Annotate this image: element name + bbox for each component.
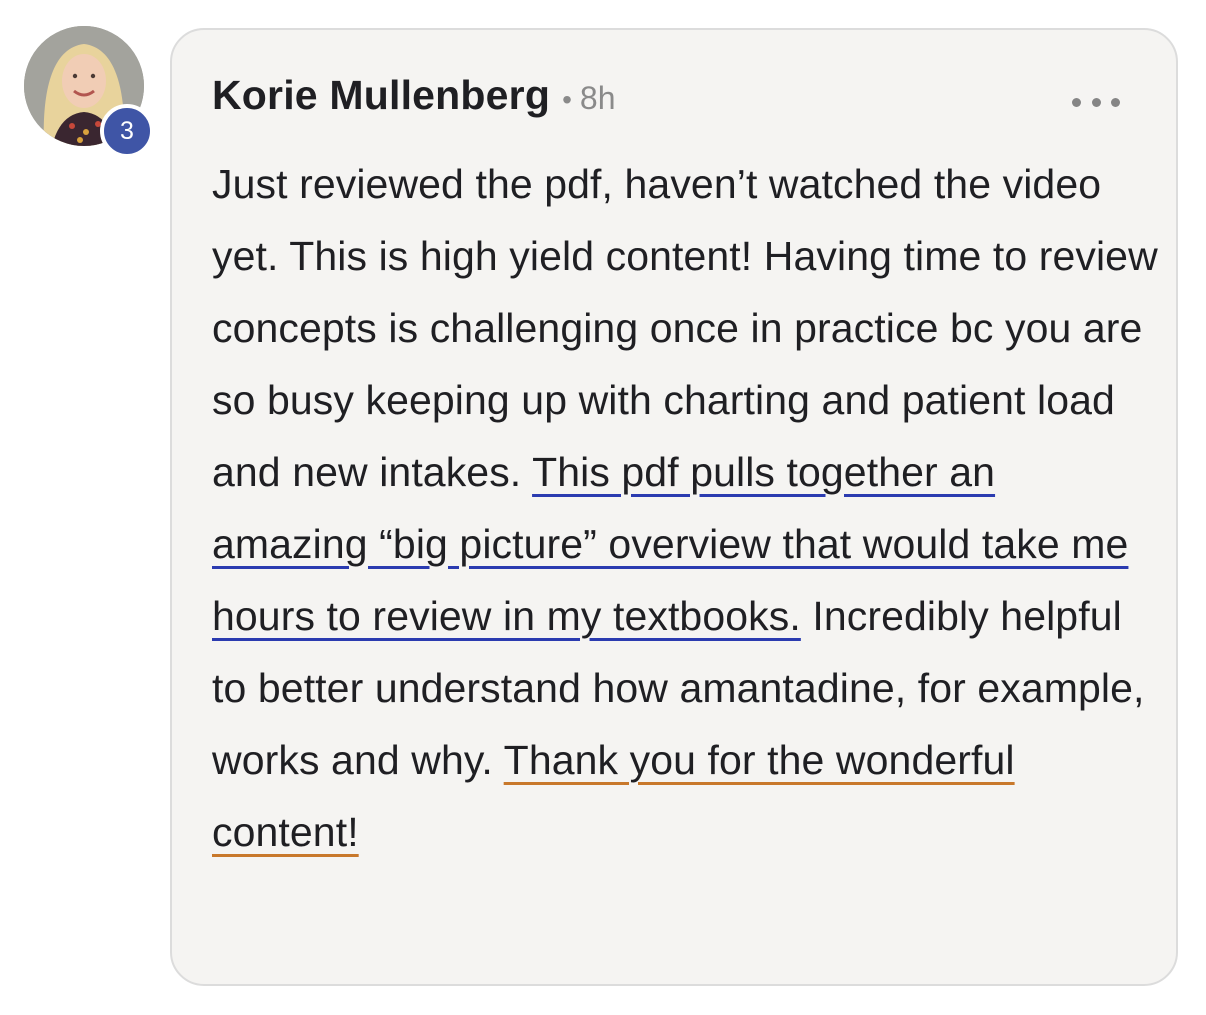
comment-header: Korie Mullenberg • 8h	[212, 72, 615, 119]
separator-dot: •	[562, 84, 572, 115]
comment-text: Just reviewed the pdf, haven’t watched t…	[212, 148, 1162, 868]
comment-bubble: Korie Mullenberg • 8h Just reviewed the …	[170, 28, 1178, 986]
comment-text-part-1: Just reviewed the pdf, haven’t watched t…	[212, 161, 1158, 495]
timestamp: 8h	[579, 80, 616, 116]
notification-badge: 3	[100, 104, 154, 158]
more-horizontal-icon[interactable]	[1072, 82, 1120, 122]
author-name[interactable]: Korie Mullenberg	[212, 72, 550, 119]
comment-screen: 3 Korie Mullenberg • 8h Just reviewed th…	[0, 0, 1206, 1015]
